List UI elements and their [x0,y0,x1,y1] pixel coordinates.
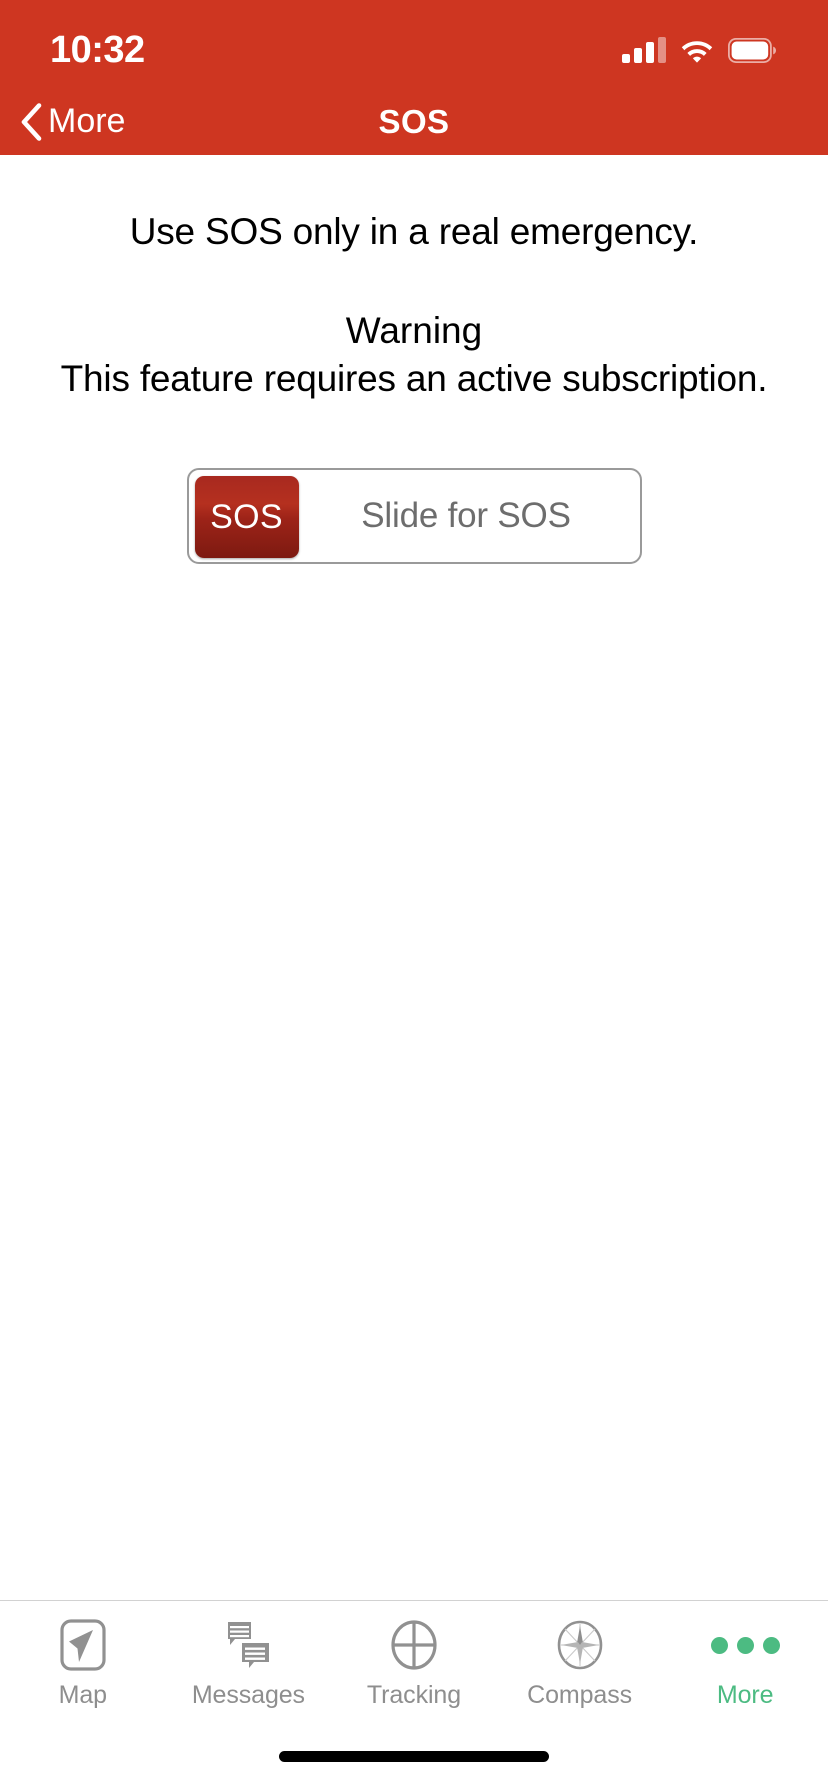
tab-map-label: Map [58,1681,107,1709]
tab-more-label: More [716,1681,774,1709]
main-content: Use SOS only in a real emergency. Warnin… [0,155,828,1600]
app-screen: 10:32 More SOS Use SOS only in a real em… [0,0,828,1792]
wifi-icon [680,37,714,63]
tab-bar: Map Messages Tracking Compass More [0,1600,828,1720]
status-bar-time: 10:32 [50,28,145,71]
tab-more[interactable]: More [662,1617,828,1710]
home-indicator-area [0,1720,828,1792]
tab-compass-label: Compass [527,1681,633,1709]
battery-icon [728,37,776,63]
back-button[interactable]: More [0,102,125,141]
status-bar-indicators [622,25,776,63]
tab-compass[interactable]: Compass [497,1617,663,1710]
three-dots-icon [710,1617,780,1673]
compass-rose-icon [552,1617,608,1673]
sos-slider-track[interactable]: Slide for SOS SOS [186,468,642,564]
chevron-left-icon [20,102,42,141]
crosshair-circle-icon [386,1617,442,1673]
cellular-signal-icon [622,37,666,63]
navigation-bar: More SOS [0,88,828,155]
tab-messages[interactable]: Messages [166,1617,332,1710]
warning-message: This feature requires an active subscrip… [60,358,768,399]
sos-slider-thumb-label: SOS [210,497,283,536]
tab-messages-label: Messages [191,1681,305,1709]
emergency-instruction-text: Use SOS only in a real emergency. [129,211,699,252]
map-navigation-arrow-icon [55,1617,111,1673]
back-button-label: More [48,102,126,140]
home-indicator[interactable] [279,1750,549,1762]
tab-tracking[interactable]: Tracking [331,1617,497,1710]
speech-bubbles-icon [220,1617,276,1673]
status-bar: 10:32 [0,0,828,88]
tab-map[interactable]: Map [0,1617,166,1710]
tab-tracking-label: Tracking [366,1681,462,1709]
sos-slider-thumb[interactable]: SOS [194,476,299,558]
warning-heading: Warning [345,310,483,351]
sos-slider-container: Slide for SOS SOS [0,468,828,564]
